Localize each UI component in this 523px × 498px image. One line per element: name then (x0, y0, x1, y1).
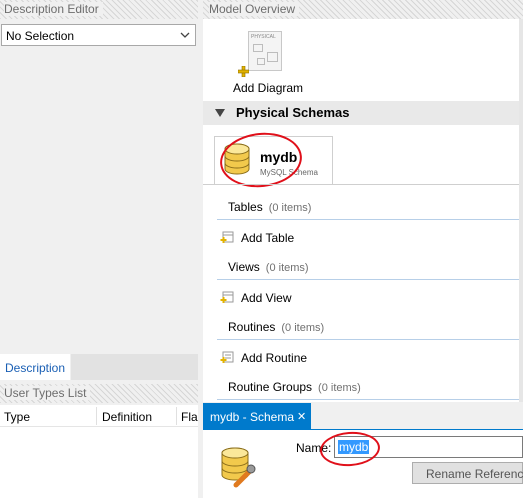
routines-separator (217, 339, 523, 340)
description-editor-title: Description Editor (4, 2, 103, 16)
column-header-type[interactable]: Type (4, 410, 30, 424)
model-overview-header: Model Overview (203, 0, 523, 19)
model-overview-scrollbar[interactable] (519, 19, 523, 402)
add-table-icon (220, 231, 234, 245)
user-types-header: User Types List (0, 384, 198, 403)
collapse-triangle-icon[interactable] (215, 109, 225, 117)
column-header-definition[interactable]: Definition (102, 410, 152, 424)
physical-schemas-header[interactable]: Physical Schemas (203, 101, 523, 125)
user-types-title: User Types List (4, 386, 91, 400)
tables-separator (217, 219, 523, 220)
close-icon[interactable]: ✕ (297, 410, 306, 423)
routine-groups-separator (217, 399, 523, 400)
selection-dropdown-value: No Selection (6, 29, 75, 43)
add-diagram-label: Add Diagram (233, 81, 304, 95)
tables-section-header: Tables (0 items) (228, 200, 312, 214)
routines-section-header: Routines (0 items) (228, 320, 325, 334)
add-diagram-button[interactable]: PHYSICAL Add Diagram (228, 28, 303, 96)
add-routine-button[interactable]: Add Routine (220, 351, 307, 365)
plus-icon (238, 66, 249, 77)
add-view-icon (220, 291, 234, 305)
diagram-icon: PHYSICAL (248, 31, 282, 71)
description-editor-header: Description Editor (0, 0, 198, 19)
add-table-button[interactable]: Add Table (220, 231, 294, 245)
routine-groups-section-header: Routine Groups (0 items) (228, 380, 361, 394)
user-types-table: Type Definition Fla (0, 405, 198, 498)
chevron-down-icon (180, 32, 190, 38)
views-section-header: Views (0 items) (228, 260, 309, 274)
views-separator (217, 279, 523, 280)
tab-description[interactable]: Description (0, 354, 70, 380)
add-routine-icon (220, 351, 234, 365)
rename-references-button[interactable]: Rename References (412, 462, 523, 484)
schema-edit-icon (221, 447, 256, 488)
selection-dropdown[interactable]: No Selection (1, 24, 196, 46)
table-header: Type Definition Fla (0, 405, 198, 427)
tab-mydb-schema[interactable]: mydb - Schema ✕ (203, 403, 311, 430)
schema-editor-body: Name: mydb Rename References (203, 429, 523, 498)
description-text-area[interactable] (0, 48, 198, 353)
model-overview-title: Model Overview (209, 2, 300, 16)
tab-mydb-schema-label: mydb - Schema (210, 410, 295, 424)
annotation-circle-name (318, 429, 382, 469)
physical-schemas-title: Physical Schemas (236, 105, 350, 120)
tab-empty-area (71, 354, 198, 380)
add-view-button[interactable]: Add View (220, 291, 291, 305)
editor-tabbar: mydb - Schema ✕ (203, 403, 523, 430)
schema-tab-underline (203, 184, 523, 185)
column-header-flags[interactable]: Fla (181, 410, 198, 424)
description-tabbar: Description (0, 354, 198, 380)
